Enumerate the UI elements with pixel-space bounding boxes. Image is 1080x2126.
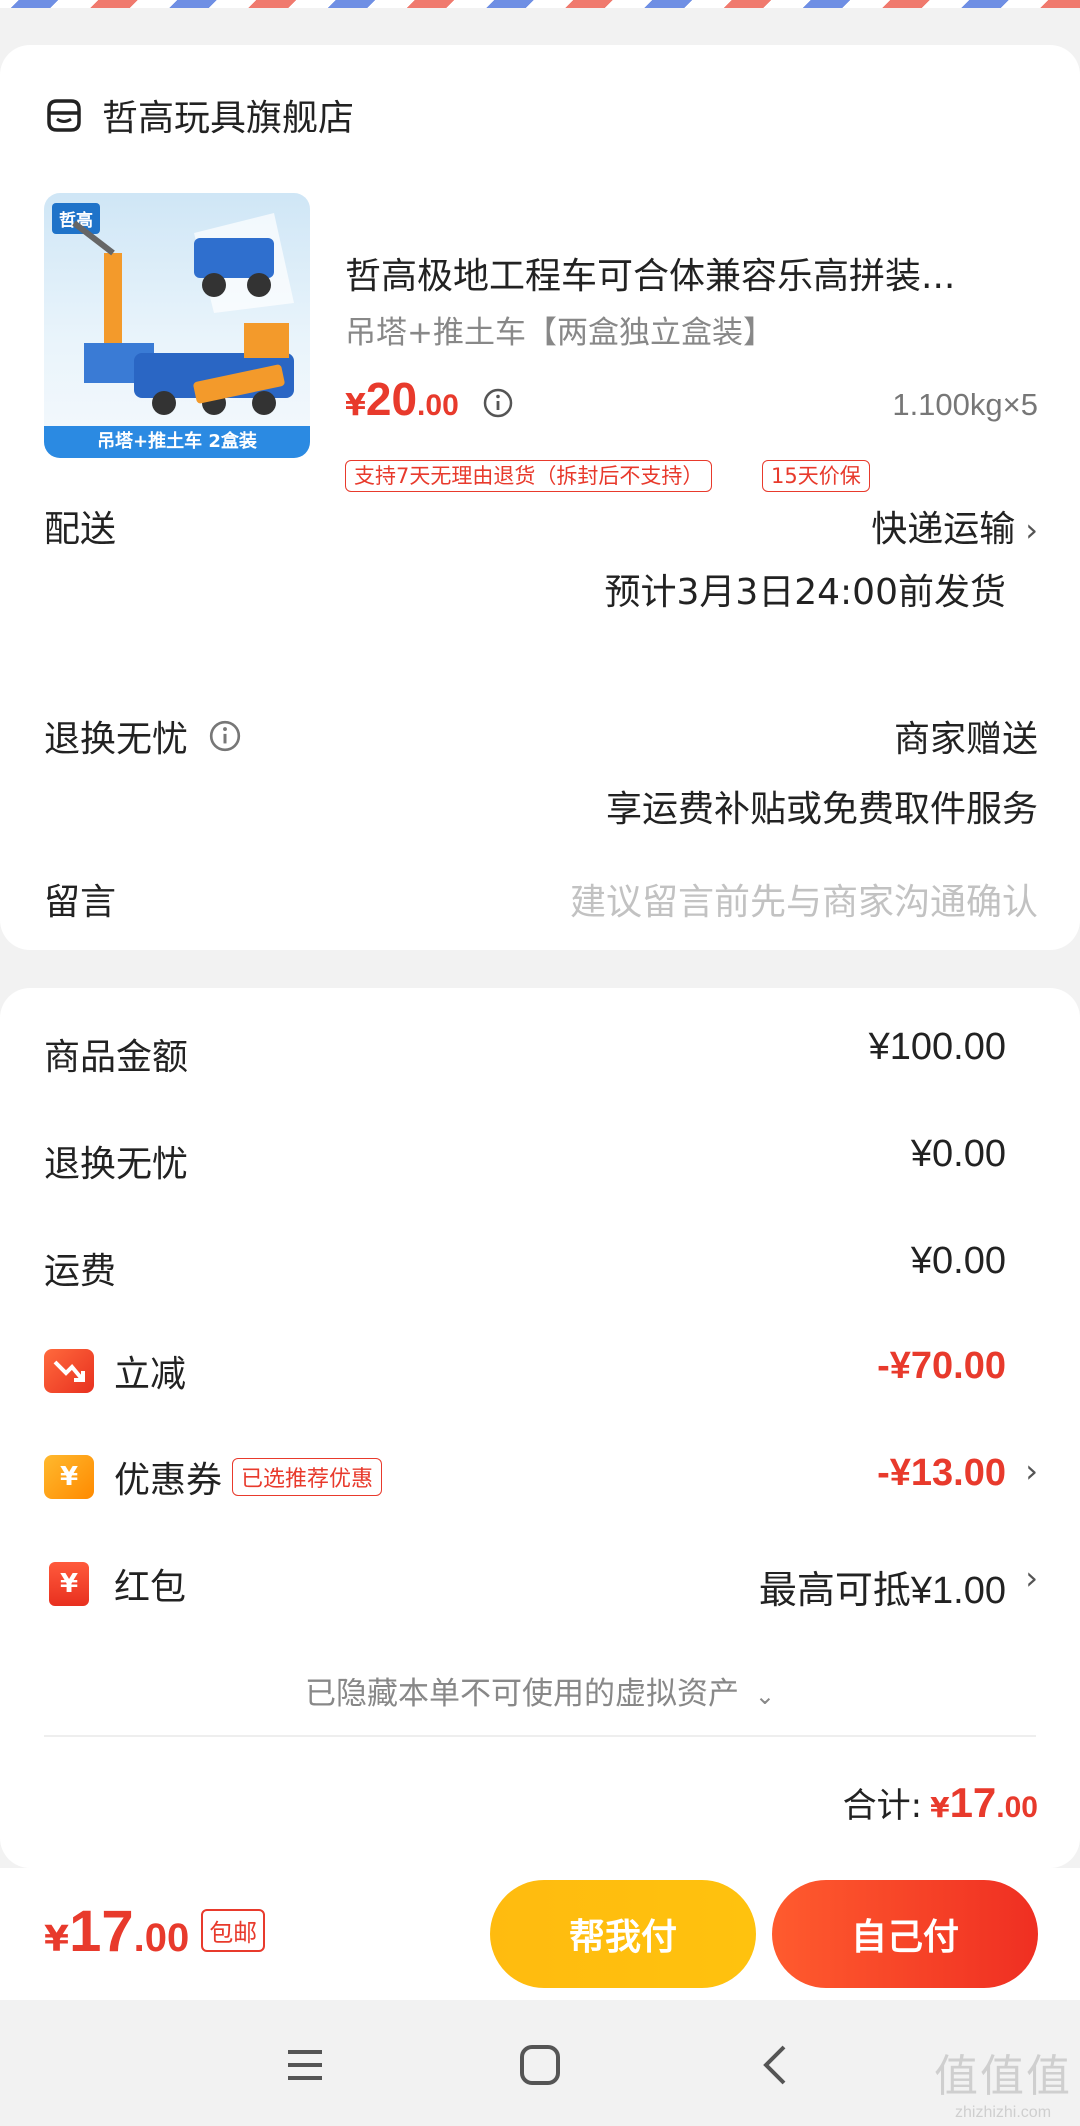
delivery-eta: 预计3月3日24:00前发货	[604, 572, 1006, 613]
delivery-label: 配送	[44, 509, 117, 550]
system-nav-bar: 值值值 zhizhizhi.com	[0, 2000, 1080, 2126]
price-info-icon[interactable]	[482, 387, 514, 419]
pay-integer: 17	[69, 1899, 134, 1964]
price-symbol: ¥	[345, 388, 366, 423]
back-icon[interactable]	[740, 2030, 810, 2100]
coupon-row[interactable]: ¥ 优惠券 已选推荐优惠	[44, 1451, 383, 1503]
price-protection-tag: 15天价保	[762, 460, 870, 492]
coupon-label: 优惠券	[114, 1460, 223, 1501]
thumbnail-caption: 吊塔+推土车 2盒装	[44, 426, 310, 458]
watermark-url: zhizhizhi.com	[954, 2104, 1052, 2121]
chevron-right-icon[interactable]: ›	[1025, 1452, 1038, 1490]
total-decimal: .00	[996, 1791, 1038, 1824]
watermark: 值值值 zhizhizhi.com	[934, 2040, 1072, 2122]
chevron-down-icon: ⌄	[754, 1682, 775, 1710]
return-service-desc: 享运费补贴或免费取件服务	[605, 789, 1038, 830]
chevron-right-icon: ›	[1025, 511, 1038, 549]
total-symbol: ¥	[930, 1791, 950, 1824]
discount-label: 立减	[114, 1354, 187, 1395]
order-total: 合计: ¥ 17 .00	[843, 1778, 1038, 1827]
hidden-assets-text: 已隐藏本单不可使用的虚拟资产	[305, 1676, 740, 1712]
pay-symbol: ¥	[44, 1919, 70, 1960]
coupon-recommend-tag: 已选推荐优惠	[232, 1458, 383, 1496]
return-policy-tag: 支持7天无理由退货（拆封后不支持）	[345, 460, 713, 492]
product-title[interactable]: 哲高极地工程车可合体兼容乐高拼装...	[345, 247, 1045, 299]
shipping-fee-label: 运费	[44, 1251, 117, 1292]
redpacket-value[interactable]: 最高可抵¥1.00	[759, 1559, 1006, 1614]
discount-row: 立减	[44, 1345, 186, 1397]
total-label: 合计:	[842, 1786, 923, 1826]
product-price: ¥ 20 .00	[345, 372, 459, 426]
toy-illustration	[72, 213, 294, 415]
product-spec[interactable]: 吊塔+推土车【两盒独立盒装】	[345, 307, 774, 352]
hidden-assets-toggle[interactable]: 已隐藏本单不可使用的虚拟资产 ⌄	[0, 1668, 1080, 1713]
airmail-border	[0, 0, 1080, 8]
shipping-fee-value: ¥0.00	[910, 1240, 1006, 1282]
goods-amount-value: ¥100.00	[868, 1026, 1006, 1068]
watermark-logo: 值值值	[934, 2051, 1072, 2102]
return-service-value: 商家赠送	[893, 719, 1038, 760]
shop-header[interactable]: 哲高玩具旗舰店	[44, 85, 354, 145]
return-service-label: 退换无忧	[44, 719, 189, 760]
return-service-row: 退换无忧	[44, 710, 242, 762]
home-icon[interactable]	[505, 2030, 575, 2100]
price-integer: 20	[365, 373, 418, 425]
message-label: 留言	[44, 882, 117, 923]
checkout-bar: ¥ 17 .00 包邮 帮我付 自己付	[0, 1868, 1080, 2000]
total-integer: 17	[949, 1779, 997, 1826]
red-packet-icon: ¥	[49, 1562, 89, 1606]
divider	[44, 1735, 1036, 1737]
pay-decimal: .00	[133, 1916, 190, 1960]
return-info-icon[interactable]	[208, 719, 242, 753]
coupon-icon: ¥	[44, 1455, 94, 1499]
product-thumbnail[interactable]: 哲高 吊塔+推土车 2盒装	[44, 193, 310, 458]
free-shipping-badge: 包邮	[201, 1909, 266, 1952]
price-decimal: .00	[417, 389, 459, 422]
delivery-method[interactable]: 快递运输 ›	[871, 500, 1038, 552]
product-quantity: 1.100kg×5	[892, 387, 1038, 422]
discount-value: -¥70.00	[877, 1345, 1006, 1387]
trend-down-icon	[44, 1349, 94, 1393]
message-input[interactable]: 建议留言前先与商家沟通确认	[570, 873, 1038, 925]
return-fee-value: ¥0.00	[910, 1133, 1006, 1175]
coupon-value[interactable]: -¥13.00	[877, 1452, 1006, 1495]
delivery-method-text: 快递运输	[871, 509, 1016, 550]
shop-name: 哲高玩具旗舰店	[102, 98, 355, 139]
chevron-right-icon[interactable]: ›	[1025, 1559, 1038, 1597]
self-pay-button[interactable]: 自己付	[772, 1880, 1038, 1988]
redpacket-label: 红包	[114, 1567, 187, 1608]
goods-amount-label: 商品金额	[44, 1037, 189, 1078]
order-card: 哲高玩具旗舰店 哲高 吊塔+推土车 2盒装 哲高极地工程车可合体兼容乐高拼装..…	[0, 45, 1080, 950]
redpacket-row[interactable]: ¥ 红包	[44, 1558, 186, 1610]
help-pay-button[interactable]: 帮我付	[490, 1880, 756, 1988]
return-fee-label: 退换无忧	[44, 1144, 189, 1185]
recent-apps-icon[interactable]	[270, 2030, 340, 2100]
pay-amount: ¥ 17 .00 包邮	[44, 1898, 266, 1965]
shop-icon	[47, 99, 81, 132]
